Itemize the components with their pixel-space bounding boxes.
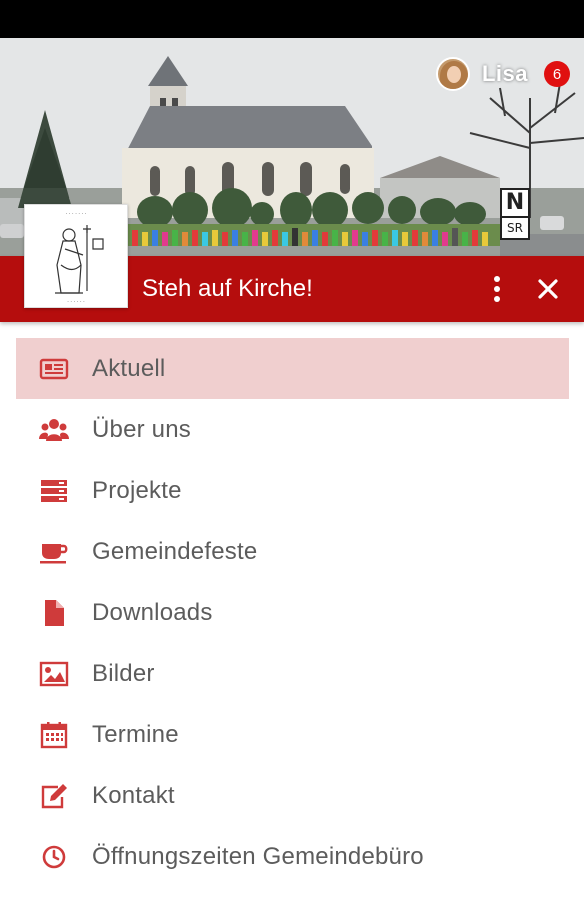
coffee-cup-icon — [39, 537, 69, 567]
menu-label: Kontakt — [92, 781, 175, 809]
menu-item-downloads[interactable]: Downloads — [16, 582, 569, 643]
menu-item-kontakt[interactable]: Kontakt — [16, 765, 569, 826]
menu-item-bilder[interactable]: Bilder — [16, 643, 569, 704]
user-name: Lisa — [481, 61, 528, 86]
menu-label: Über uns — [92, 415, 191, 443]
menu-item-projekte[interactable]: Projekte — [16, 460, 569, 521]
organization-logo: · · · · · · · · · · · · · — [24, 204, 128, 308]
newspaper-icon — [39, 354, 69, 384]
server-stack-icon — [39, 476, 69, 506]
overflow-menu-icon[interactable] — [484, 274, 510, 304]
close-icon[interactable] — [532, 273, 564, 305]
menu-label: Aktuell — [92, 354, 166, 382]
menu-label: Gemeindefeste — [92, 537, 258, 565]
edit-icon — [39, 781, 69, 811]
status-bar — [0, 0, 584, 38]
notification-badge[interactable]: 6 — [544, 61, 570, 87]
users-icon — [39, 415, 69, 445]
calendar-icon — [39, 720, 69, 750]
menu-label: Termine — [92, 720, 179, 748]
menu-item-aktuell[interactable]: Aktuell — [16, 338, 569, 399]
file-icon — [39, 598, 69, 628]
menu-label: Projekte — [92, 476, 182, 504]
menu-item-ueber-uns[interactable]: Über uns — [16, 399, 569, 460]
menu-label: Öffnungszeiten Gemeindebüro — [92, 842, 424, 870]
menu-label: Downloads — [92, 598, 213, 626]
avatar[interactable] — [435, 57, 470, 91]
menu-item-termine[interactable]: Termine — [16, 704, 569, 765]
navigation-menu: Aktuell Über uns Projekte Gemeindefeste … — [16, 338, 569, 887]
clock-icon — [39, 842, 69, 872]
page-title: Steh auf Kirche! — [142, 275, 313, 302]
menu-label: Bilder — [92, 659, 155, 687]
image-icon — [39, 659, 69, 689]
user-profile-chip[interactable]: Lisa 6 — [435, 56, 570, 92]
menu-item-gemeindefeste[interactable]: Gemeindefeste — [16, 521, 569, 582]
menu-item-oeffnungszeiten[interactable]: Öffnungszeiten Gemeindebüro — [16, 826, 569, 887]
nsr-logo: N SR — [500, 188, 530, 240]
